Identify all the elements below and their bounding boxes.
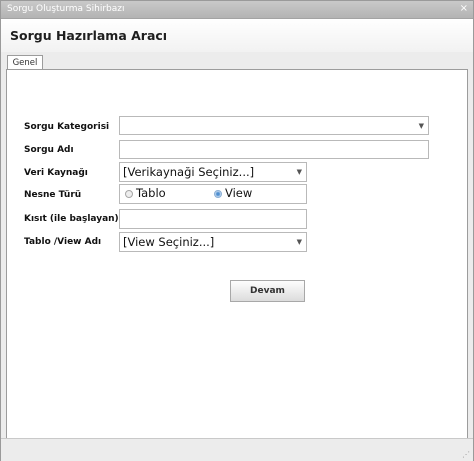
datasource-label: Veri Kaynağı [24, 168, 88, 178]
category-select[interactable]: ▼ [119, 116, 429, 135]
title-bar[interactable]: Sorgu Oluşturma Sihirbazı × [1, 1, 473, 19]
general-panel: Sorgu Kategorisi ▼ Sorgu Adı Veri Kaynağ… [6, 69, 468, 439]
query-name-label: Sorgu Adı [24, 145, 74, 155]
radio-table-label: Tablo [136, 186, 166, 200]
radio-table[interactable] [125, 190, 133, 198]
page-title: Sorgu Hazırlama Aracı [10, 28, 168, 43]
constraint-input[interactable] [119, 209, 307, 229]
datasource-select[interactable]: [Verikaynaği Seçiniz...] ▼ [119, 162, 307, 182]
category-label: Sorgu Kategorisi [24, 122, 110, 132]
chevron-down-icon: ▼ [418, 122, 424, 130]
query-wizard-window: Sorgu Oluşturma Sihirbazı × Sorgu Hazırl… [0, 0, 474, 461]
resize-grip-icon[interactable]: ⋰ [462, 450, 470, 459]
constraint-label: Kısıt (ile başlayan) [24, 214, 119, 224]
status-bar: ⋰ [1, 438, 473, 461]
radio-view[interactable] [214, 190, 222, 198]
chevron-down-icon: ▼ [296, 168, 302, 176]
table-view-select[interactable]: [View Seçiniz...] ▼ [119, 232, 307, 252]
object-type-label: Nesne Türü [24, 190, 82, 200]
tab-strip: Genel [1, 52, 473, 71]
datasource-value: [Verikaynaği Seçiniz...] [123, 165, 255, 179]
object-type-radio-group: Tablo View [119, 184, 307, 204]
continue-button[interactable]: Devam [230, 280, 305, 302]
close-icon[interactable]: × [460, 3, 468, 14]
table-view-value: [View Seçiniz...] [123, 235, 215, 249]
radio-view-label: View [225, 186, 253, 200]
table-view-label: Tablo /View Adı [24, 237, 102, 247]
query-name-input[interactable] [119, 140, 429, 159]
window-title: Sorgu Oluşturma Sihirbazı [7, 4, 125, 14]
wizard-header: Sorgu Hazırlama Aracı [1, 19, 473, 53]
chevron-down-icon: ▼ [296, 238, 302, 246]
